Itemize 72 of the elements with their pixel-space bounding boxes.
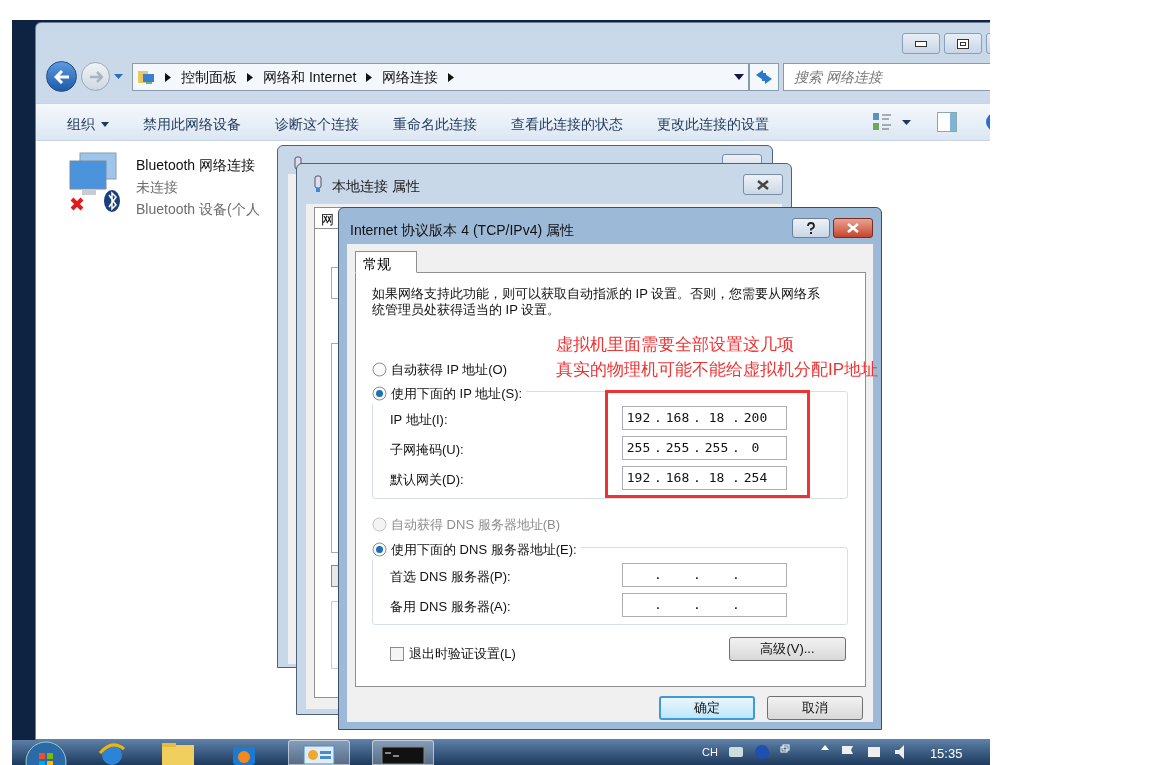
toolbar-button[interactable]: 诊断这个连接 bbox=[264, 111, 370, 138]
search-field[interactable]: 搜索 网络连接 bbox=[783, 63, 990, 91]
refresh-icon bbox=[755, 69, 773, 85]
chevron-icon bbox=[448, 72, 455, 82]
field-label: 备用 DNS 服务器(A): bbox=[390, 598, 511, 616]
taskbar-button[interactable] bbox=[372, 740, 434, 765]
ip-address-field[interactable]: 255 . 255 . 255 . 0 bbox=[622, 436, 787, 460]
control-panel-icon bbox=[302, 742, 336, 764]
toolbar-button[interactable]: 更改此连接的设置 bbox=[646, 111, 780, 138]
ip-address-field[interactable]: . . . bbox=[622, 563, 787, 587]
chevron-icon bbox=[366, 72, 373, 82]
annotation-text: 真实的物理机可能不能给虚拟机分配IP地址 bbox=[556, 359, 879, 381]
field-label: 子网掩码(U): bbox=[390, 441, 464, 459]
forward-arrow-icon bbox=[88, 70, 103, 83]
minimize-icon bbox=[915, 40, 927, 47]
tray-icon[interactable] bbox=[779, 744, 790, 754]
field-label: IP 地址(I): bbox=[390, 411, 448, 429]
connection-status: 未连接 bbox=[136, 178, 179, 197]
clock[interactable]: 15:35 bbox=[929, 744, 963, 764]
ip-address-field[interactable]: 192 . 168 . 18 . 200 bbox=[622, 406, 787, 430]
ip-address-field[interactable]: . . . bbox=[622, 593, 787, 617]
field-label: 默认网关(D): bbox=[390, 471, 464, 489]
view-options-icon bbox=[872, 112, 892, 132]
device-name: Bluetooth 设备(个人 bbox=[136, 200, 260, 219]
network-connection-icon bbox=[66, 151, 122, 213]
close-icon bbox=[847, 223, 859, 233]
description-text: 如果网络支持此功能，则可以获取自动指派的 IP 设置。否则，您需要从网络系统管理员处获得适当的 IP 设置。 bbox=[372, 286, 822, 318]
minimize-button[interactable] bbox=[902, 33, 940, 54]
dialog-button[interactable]: 确定 bbox=[659, 696, 755, 720]
breadcrumb-item[interactable]: 网络连接 bbox=[382, 66, 439, 88]
ip-address-field[interactable]: 192 . 168 . 18 . 254 bbox=[622, 466, 787, 490]
chevron-icon bbox=[247, 72, 253, 82]
dropdown-icon bbox=[734, 74, 744, 80]
dropdown-icon bbox=[114, 73, 123, 80]
search-placeholder: 搜索 网络连接 bbox=[794, 67, 882, 87]
network-folder-icon bbox=[137, 69, 155, 85]
maximize-icon bbox=[957, 38, 969, 49]
dropdown-icon bbox=[101, 122, 109, 127]
breadcrumb-item[interactable]: 控制面板 bbox=[181, 66, 237, 88]
radio-button[interactable]: 使用下面的 IP 地址(S): bbox=[372, 384, 527, 404]
network-cable-icon bbox=[313, 175, 323, 193]
language-indicator[interactable]: CH bbox=[702, 744, 718, 761]
advanced-button[interactable]: 高级(V)... bbox=[729, 637, 846, 661]
toolbar-button[interactable]: 组织 bbox=[56, 111, 120, 138]
close-button[interactable] bbox=[743, 174, 783, 195]
toolbar-button[interactable]: 禁用此网络设备 bbox=[132, 111, 252, 138]
address-bar[interactable]: 控制面板 网络和 Internet 网络连接 bbox=[132, 63, 749, 91]
breadcrumb-item[interactable]: 网络和 Internet bbox=[263, 66, 357, 88]
console-icon bbox=[381, 744, 425, 764]
preview-pane-icon bbox=[937, 112, 957, 132]
dialog-button[interactable]: 取消 bbox=[767, 696, 863, 720]
toolbar-button[interactable]: 重命名此连接 bbox=[382, 111, 488, 138]
refresh-button[interactable] bbox=[749, 63, 779, 91]
dropdown-icon bbox=[902, 119, 911, 125]
radio-button[interactable]: 使用下面的 DNS 服务器地址(E): bbox=[372, 540, 581, 560]
maximize-button[interactable] bbox=[944, 33, 982, 54]
close-button[interactable] bbox=[833, 218, 873, 238]
tab[interactable]: 常规 bbox=[355, 251, 417, 273]
annotation-text: 虚拟机里面需要全部设置这几项 bbox=[556, 334, 795, 356]
start-button[interactable] bbox=[24, 740, 68, 765]
toolbar-button[interactable]: 查看此连接的状态 bbox=[500, 111, 634, 138]
checkbox[interactable]: 退出时验证设置(L) bbox=[390, 644, 516, 664]
back-button[interactable] bbox=[46, 61, 77, 92]
folder-icon bbox=[160, 741, 196, 765]
help-button[interactable] bbox=[792, 218, 830, 238]
back-arrow-icon bbox=[53, 69, 70, 84]
close-icon bbox=[757, 179, 769, 190]
browser-icon bbox=[97, 741, 127, 765]
chevron-icon bbox=[165, 72, 171, 82]
window-title: 本地连接 属性 bbox=[332, 177, 420, 196]
field-label: 首选 DNS 服务器(P): bbox=[390, 568, 511, 586]
connection-name[interactable]: Bluetooth 网络连接 bbox=[136, 155, 260, 175]
